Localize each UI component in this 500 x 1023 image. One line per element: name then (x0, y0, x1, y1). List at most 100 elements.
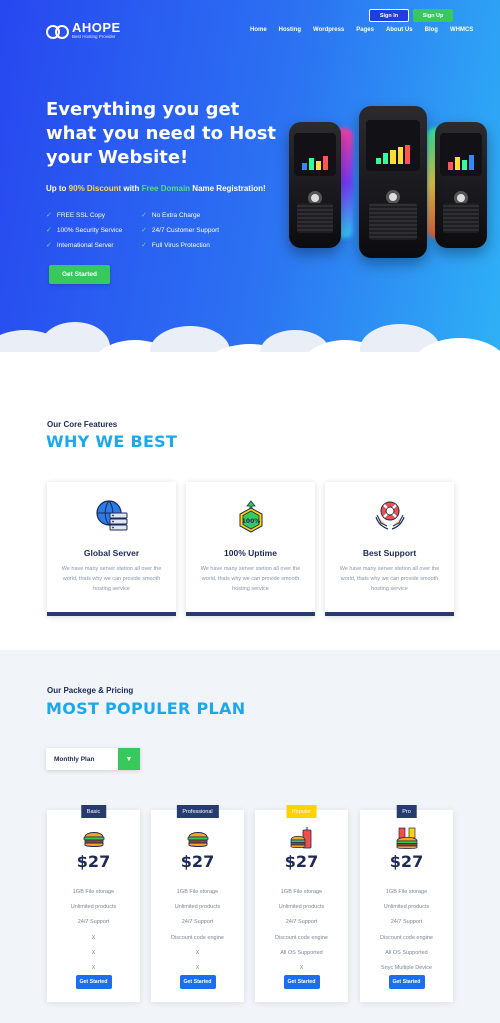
plan-card-pro: Pro $27 1GB File storage Unlimited produ… (360, 805, 453, 1002)
hero-feature: ✓ No Extra Charge (141, 211, 201, 220)
plan-feature: X (91, 964, 96, 971)
plan-feature: X (195, 964, 200, 971)
plan-feature: 1GB File storage (176, 889, 219, 895)
subline-prefix: Up to (46, 184, 69, 193)
plan-card-basic: Basic $27 1GB File storage Unlimited pro… (47, 805, 140, 1002)
plan-feature: 24/7 Support (390, 919, 423, 926)
nav-item-home[interactable]: Home (250, 27, 267, 33)
brand-name: AHOPE (72, 20, 121, 35)
plan-feature: All OS Supported (280, 949, 323, 956)
burger-icon (187, 832, 208, 847)
plan-feature: Unlimited products (174, 904, 221, 911)
get-started-button[interactable]: Get Started (49, 265, 110, 284)
nav-item-about-us[interactable]: About Us (386, 27, 413, 33)
nav-item-whmcs[interactable]: WHMCS (450, 27, 473, 33)
plan-feature: 1GB File storage (385, 889, 428, 895)
feature-label: 24/7 Customer Support (151, 226, 220, 234)
plan-get-started-button[interactable]: Get Started (75, 975, 112, 989)
plan-feature: 24/7 Support (285, 919, 318, 926)
main-nav: Home Hosting Wordpress Pages About Us Bl… (250, 27, 473, 33)
plan-card-populer: Populer $27 1GB File storage Unlimited p… (255, 805, 348, 1002)
server-illustration-image (285, 100, 495, 270)
plan-feature: Snyc Multiple Device (380, 964, 433, 971)
hero-feature: ✓ Full Virus Protection (141, 241, 210, 250)
plan-feature: Unlimited products (70, 904, 117, 911)
plan-feature: Unlimited products (383, 904, 430, 911)
plan-feature: 24/7 Support (181, 919, 214, 926)
check-icon: ✓ (141, 227, 147, 234)
check-icon: ✓ (141, 212, 147, 219)
feature-card-text: We have many server stetion all over the… (200, 566, 301, 592)
sign-in-button[interactable]: Sign In (369, 9, 409, 22)
svg-text:100%: 100% (241, 518, 260, 525)
plan-feature: All OS Supported (385, 949, 428, 956)
plan-feature: X (91, 949, 96, 956)
feature-label: No Extra Charge (151, 211, 201, 219)
plan-feature: Unlimited products (278, 904, 325, 911)
feature-label: Full Virus Protection (151, 241, 210, 249)
check-icon: ✓ (141, 242, 147, 249)
hero-subline: Up to 90% Discount with Free Domain Name… (46, 184, 266, 193)
plan-feature: 1GB File storage (72, 889, 115, 895)
subline-mid: with (121, 184, 142, 193)
plan-feature-list: 1GB File storage Unlimited products 24/7… (360, 885, 453, 976)
sign-up-button[interactable]: Sign Up (413, 9, 453, 22)
plan-price: $27 (284, 852, 319, 871)
hero-title: Everything you get what you need to Host… (46, 99, 277, 168)
plan-feature: Discount code engine (380, 934, 433, 941)
burger-icon (83, 832, 104, 847)
feature-label: 100% Security Service (56, 226, 123, 234)
plan-feature-list: 1GB File storage Unlimited products 24/7… (255, 885, 348, 976)
feature-label: FREE SSL Copy (56, 211, 106, 219)
plan-get-started-button[interactable]: Get Started (388, 975, 425, 989)
nav-item-blog[interactable]: Blog (425, 27, 438, 33)
global-server-icon (95, 500, 127, 531)
plan-feature-list: 1GB File storage Unlimited products 24/7… (47, 885, 140, 976)
nav-item-wordpress[interactable]: Wordpress (313, 27, 344, 33)
infinity-logo-icon (46, 24, 69, 39)
plan-card-professional: Professional $27 1GB File storage Unlimi… (151, 805, 244, 1002)
plan-get-started-button[interactable]: Get Started (283, 975, 320, 989)
discount-highlight: 90% Discount (68, 184, 122, 193)
plan-period-select[interactable]: Monthly Plan ▼ (46, 748, 140, 770)
plan-tag: Pro (396, 805, 417, 818)
feature-card-uptime: 100% 100% Uptime We have many server ste… (186, 482, 315, 616)
plan-get-started-button[interactable]: Get Started (179, 975, 216, 989)
pricing-subtitle: Our Packege & Pricing (47, 686, 134, 695)
feature-card-title: Global Server (83, 548, 140, 558)
plan-feature: Discount code engine (171, 934, 224, 941)
free-domain-highlight: Free Domain (141, 184, 191, 193)
plan-price: $27 (180, 852, 215, 871)
plan-feature: 1GB File storage (280, 889, 323, 895)
support-lifebuoy-icon (374, 501, 405, 530)
hero-feature: ✓ 24/7 Customer Support (141, 226, 220, 235)
check-icon: ✓ (46, 212, 52, 219)
plan-tag: Professional (176, 805, 219, 818)
feature-card-support: Best Support We have many server stetion… (325, 482, 454, 616)
feature-card-title: 100% Uptime (224, 548, 277, 558)
feature-card-text: We have many server stetion all over the… (61, 566, 162, 592)
check-icon: ✓ (46, 227, 52, 234)
nav-item-pages[interactable]: Pages (356, 27, 374, 33)
feature-card-title: Best Support (362, 548, 417, 558)
plan-feature-list: 1GB File storage Unlimited products 24/7… (151, 885, 244, 976)
plan-feature: X (299, 964, 304, 971)
hero-feature: ✓ 100% Security Service (46, 226, 123, 235)
plan-tag: Populer (286, 805, 317, 818)
plan-tag: Basic (80, 805, 107, 818)
features-title: WHY WE BEST (46, 432, 178, 451)
nav-item-hosting[interactable]: Hosting (279, 27, 301, 33)
features-subtitle: Our Core Features (47, 420, 118, 429)
chevron-down-icon[interactable]: ▼ (118, 748, 140, 770)
subline-suffix: Name Registration! (190, 184, 266, 193)
plan-feature: X (195, 949, 200, 956)
hero-feature: ✓ International Server (46, 241, 114, 250)
logo[interactable]: AHOPE Best Hosting Provider (46, 20, 121, 40)
card-bottom-bar (325, 612, 454, 616)
pricing-title: MOST POPULER PLAN (46, 699, 246, 718)
burger-combo-icon (396, 827, 417, 850)
hero-feature: ✓ FREE SSL Copy (46, 211, 106, 220)
hero-section: AHOPE Best Hosting Provider Sign In Sign… (0, 0, 500, 380)
plan-feature: 24/7 Support (77, 919, 110, 926)
burger-drink-icon (290, 827, 311, 849)
